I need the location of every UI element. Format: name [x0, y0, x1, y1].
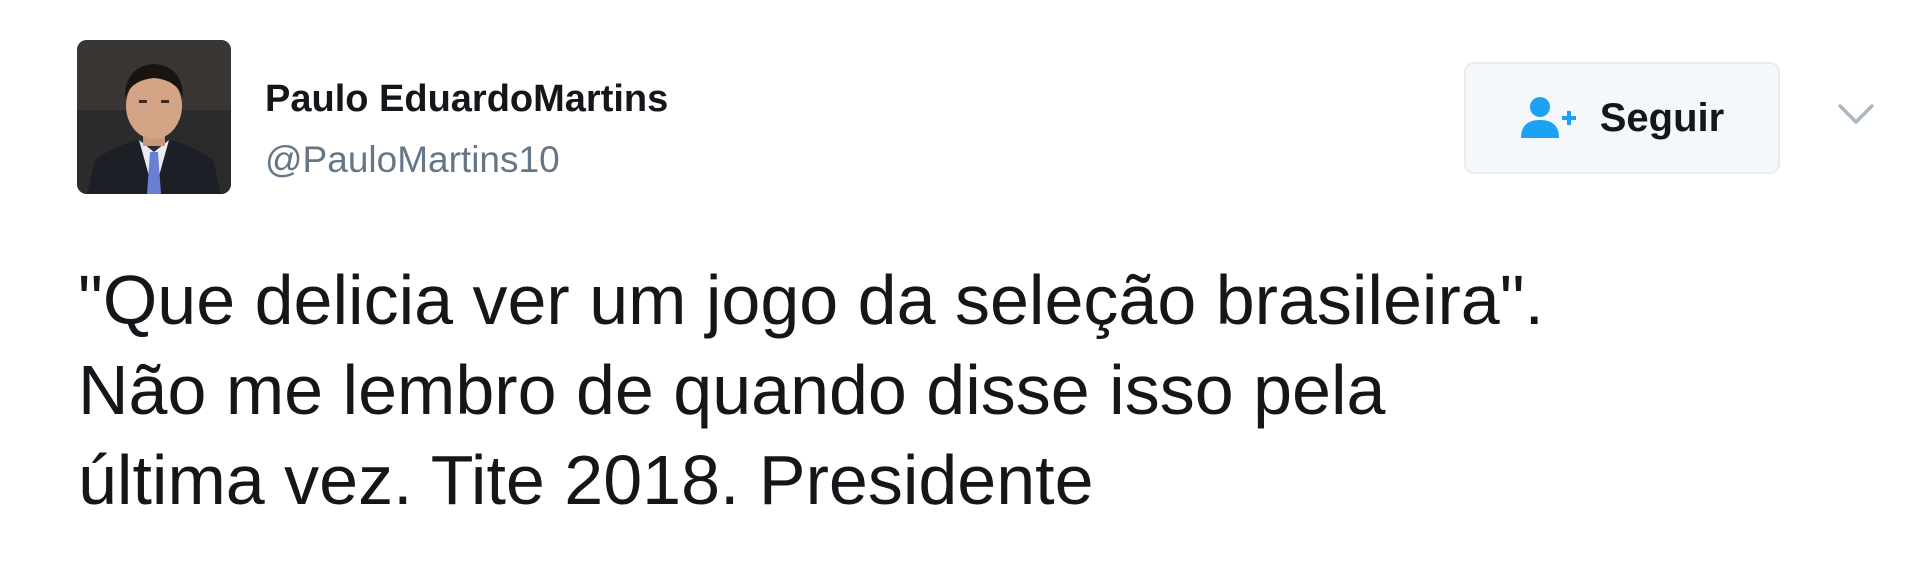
add-user-icon — [1520, 97, 1576, 138]
tweet-card: Paulo EduardoMartins @PauloMartins10 Seg… — [0, 0, 1924, 575]
author-handle[interactable]: @PauloMartins10 — [265, 139, 560, 181]
chevron-down-icon — [1838, 104, 1874, 124]
tweet-menu-button[interactable] — [1836, 100, 1876, 128]
follow-button[interactable]: Seguir — [1464, 62, 1780, 174]
tweet-text: "Que delicia ver um jogo da seleção bras… — [78, 255, 1898, 525]
follow-button-label: Seguir — [1599, 95, 1725, 140]
avatar[interactable] — [77, 40, 231, 194]
tweet-text-line: última vez. Tite 2018. Presidente — [78, 441, 1094, 519]
profile-photo-icon — [77, 40, 231, 194]
author-name[interactable]: Paulo EduardoMartins — [265, 78, 668, 121]
tweet-text-line: "Que delicia ver um jogo da seleção bras… — [78, 261, 1545, 339]
tweet-text-line: Não me lembro de quando disse isso pela — [78, 351, 1386, 429]
